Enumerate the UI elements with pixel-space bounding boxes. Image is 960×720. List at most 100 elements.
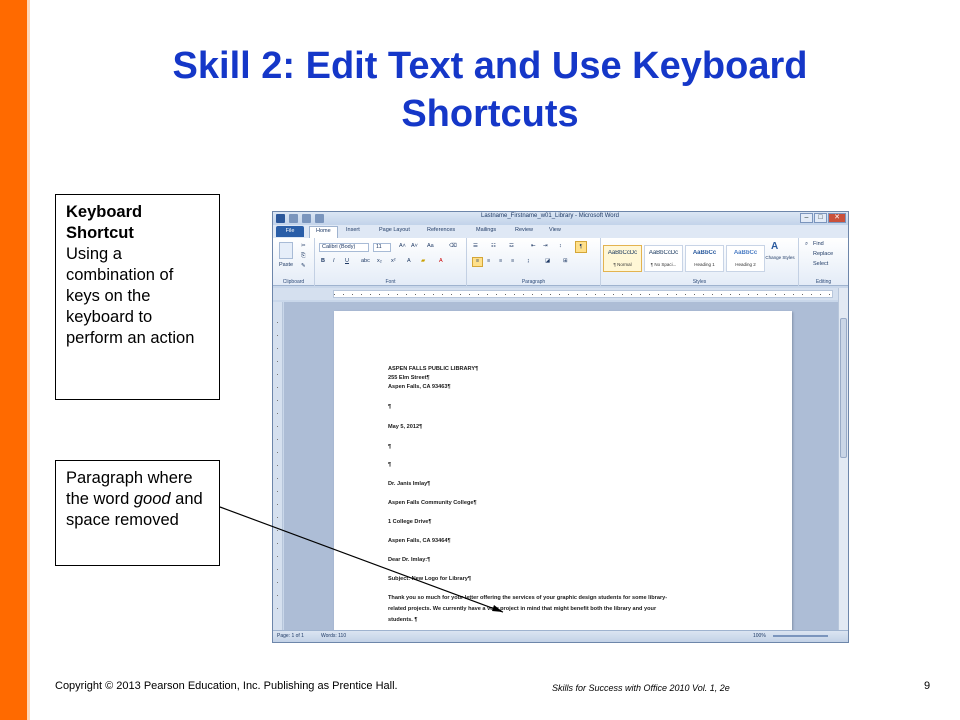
underline-icon[interactable]: U: [345, 258, 349, 264]
format-painter-icon[interactable]: ✎: [301, 263, 306, 269]
close-button[interactable]: ✕: [828, 213, 846, 223]
align-center-icon[interactable]: ≡: [487, 258, 490, 264]
clipboard-group: Paste ✂ ⎘ ✎ Clipboard: [273, 238, 315, 286]
page-count[interactable]: Page: 1 of 1: [277, 633, 304, 639]
sort-icon[interactable]: ↕: [559, 243, 562, 249]
multilevel-list-icon[interactable]: ☲: [509, 243, 514, 249]
style-heading-2[interactable]: AaBbCc Heading 2: [726, 245, 765, 272]
bullets-icon[interactable]: ☰: [473, 243, 478, 249]
document-page[interactable]: ASPEN FALLS PUBLIC LIBRARY¶ 255 Elm Stre…: [334, 311, 792, 630]
find-icon[interactable]: ⌕: [805, 241, 808, 248]
callout-keyboard-shortcut: Keyboard Shortcut Using a combination of…: [55, 194, 220, 400]
subscript-icon[interactable]: x₂: [377, 258, 382, 264]
word-icon[interactable]: [276, 214, 285, 223]
change-styles-icon[interactable]: A: [771, 241, 778, 252]
title-bar: Lastname_Firstname_w01_Library - Microso…: [273, 212, 848, 225]
editing-group: ⌕ Find Replace Select Editing: [799, 238, 848, 286]
document-area: ASPEN FALLS PUBLIC LIBRARY¶ 255 Elm Stre…: [284, 302, 838, 630]
window-controls: – □ ✕: [800, 213, 846, 223]
strikethrough-icon[interactable]: abc: [361, 258, 370, 264]
tab-page-layout[interactable]: Page Layout: [379, 227, 410, 233]
callout-paragraph-edit: Paragraph where the word good and space …: [55, 460, 220, 566]
doc-line: Dr. Janis Imlay¶: [388, 481, 431, 487]
doc-line: related projects. We currently have a ve…: [388, 606, 657, 612]
bold-icon[interactable]: B: [321, 258, 325, 264]
ribbon-tabs: File Home Insert Page Layout References …: [273, 225, 848, 238]
paragraph-label: Paragraph: [521, 279, 546, 285]
vertical-ruler[interactable]: [273, 302, 283, 630]
paste-label[interactable]: Paste: [279, 262, 293, 268]
cut-icon[interactable]: ✂: [301, 243, 306, 249]
clear-format-icon[interactable]: ⌫: [449, 243, 457, 249]
paste-icon[interactable]: [279, 242, 293, 259]
redo-icon[interactable]: [315, 214, 324, 223]
font-group: Calibri (Body) 11 A˄ A˅ Aa ⌫ B I U abc x…: [315, 238, 467, 286]
undo-icon[interactable]: [302, 214, 311, 223]
font-size-box[interactable]: 11: [373, 243, 391, 252]
style-normal[interactable]: AaBbCcDc ¶ Normal: [603, 245, 642, 272]
vertical-scrollbar[interactable]: [838, 288, 848, 630]
editing-label: Editing: [815, 279, 832, 285]
doc-line: ¶: [388, 444, 392, 450]
tab-file[interactable]: File: [276, 226, 304, 237]
borders-icon[interactable]: ⊞: [563, 258, 568, 264]
text-effects-icon[interactable]: A: [407, 258, 411, 264]
font-label: Font: [385, 279, 396, 285]
justify-icon[interactable]: ≡: [511, 258, 514, 264]
maximize-button[interactable]: □: [814, 213, 827, 223]
tab-insert[interactable]: Insert: [346, 227, 360, 233]
word-count[interactable]: Words: 110: [321, 633, 346, 639]
zoom-slider[interactable]: [773, 635, 828, 637]
save-icon[interactable]: [289, 214, 298, 223]
doc-line: Dear Dr. Imlay:¶: [388, 557, 431, 563]
window-title: Lastname_Firstname_w01_Library - Microso…: [481, 213, 619, 219]
highlight-icon[interactable]: ▰: [421, 258, 425, 264]
tab-references[interactable]: References: [427, 227, 455, 233]
replace-label[interactable]: Replace: [813, 251, 833, 257]
shading-icon[interactable]: ◪: [545, 258, 550, 264]
font-color-icon[interactable]: A: [439, 258, 443, 264]
zoom-level[interactable]: 100%: [753, 633, 766, 639]
change-case-icon[interactable]: Aa: [427, 243, 434, 249]
align-right-icon[interactable]: ≡: [499, 258, 502, 264]
style-heading-1[interactable]: AaBbCc Heading 1: [685, 245, 724, 272]
shrink-font-icon[interactable]: A˅: [411, 243, 418, 249]
font-name-box[interactable]: Calibri (Body): [319, 243, 369, 252]
minimize-button[interactable]: –: [800, 213, 813, 223]
callout-emphasis: good: [133, 490, 171, 508]
italic-icon[interactable]: I: [333, 258, 335, 264]
doc-line: Aspen Falls, CA 93464¶: [388, 538, 451, 544]
tab-home[interactable]: Home: [309, 226, 338, 238]
horizontal-ruler[interactable]: [333, 290, 833, 298]
scroll-thumb[interactable]: [840, 318, 847, 458]
tab-mailings[interactable]: Mailings: [476, 227, 496, 233]
style-no-spacing[interactable]: AaBbCcDc ¶ No Spaci...: [644, 245, 683, 272]
numbering-icon[interactable]: ☷: [491, 243, 496, 249]
doc-line: 255 Elm Street¶: [388, 375, 430, 381]
decrease-indent-icon[interactable]: ⇤: [531, 243, 536, 249]
align-left-icon[interactable]: ≡: [472, 257, 483, 267]
tab-view[interactable]: View: [549, 227, 561, 233]
status-bar: Page: 1 of 1 Words: 110 100%: [273, 630, 848, 642]
grow-font-icon[interactable]: A˄: [399, 243, 406, 249]
doc-line: students. ¶: [388, 617, 418, 623]
select-label[interactable]: Select: [813, 261, 828, 267]
change-styles-label[interactable]: Change Styles: [764, 255, 796, 260]
side-bar-shadow: [27, 0, 30, 720]
doc-line: Thank you so much for your letter offeri…: [388, 595, 668, 601]
paragraph-group: ☰ ☷ ☲ ⇤ ⇥ ↕ ¶ ≡ ≡ ≡ ≡ ↨ ◪ ⊞ Paragraph: [467, 238, 601, 286]
line-spacing-icon[interactable]: ↨: [527, 258, 530, 264]
copy-icon[interactable]: ⎘: [301, 253, 305, 260]
increase-indent-icon[interactable]: ⇥: [543, 243, 548, 249]
orange-side-bar: [0, 0, 27, 720]
tab-review[interactable]: Review: [515, 227, 533, 233]
doc-line: ASPEN FALLS PUBLIC LIBRARY¶: [388, 366, 479, 372]
callout-body: Using a combination of keys on the keybo…: [66, 245, 195, 347]
superscript-icon[interactable]: x²: [391, 258, 396, 264]
doc-line: Aspen Falls, CA 93463¶: [388, 384, 451, 390]
show-hide-marks-icon[interactable]: ¶: [575, 241, 587, 253]
find-label[interactable]: Find: [813, 241, 824, 247]
slide-title: Skill 2: Edit Text and Use Keyboard Shor…: [172, 45, 808, 135]
footer-copyright: Copyright © 2013 Pearson Education, Inc.…: [55, 680, 398, 692]
footer-book-title: Skills for Success with Office 2010 Vol.…: [552, 683, 730, 693]
